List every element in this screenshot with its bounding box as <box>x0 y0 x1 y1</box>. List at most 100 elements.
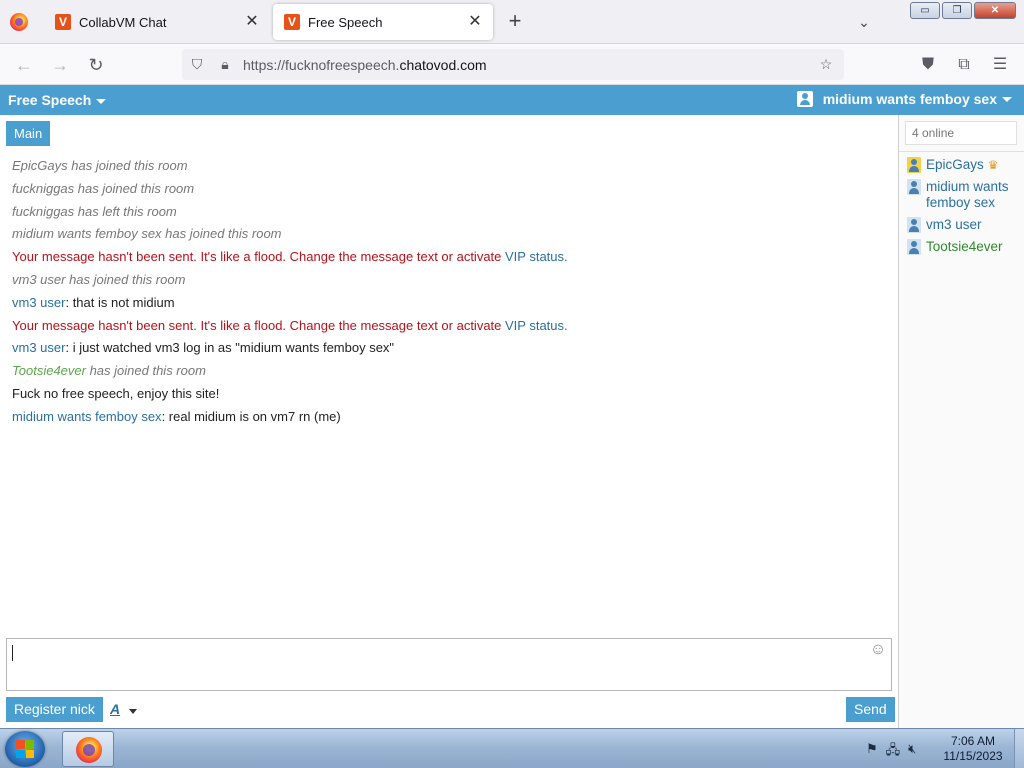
browser-tab-strip: V CollabVM Chat ✕ V Free Speech ✕ + ⌄ ▭ … <box>0 0 1024 44</box>
window-controls: ▭ ❐ ✕ <box>908 2 1016 19</box>
taskbar-firefox-button[interactable] <box>62 731 114 767</box>
minimize-button[interactable]: ▭ <box>910 2 940 19</box>
tracking-protection-shield-icon[interactable]: ⛉ <box>185 49 209 80</box>
chat-message: vm3 user has joined this room <box>12 269 892 292</box>
tab-title: CollabVM Chat <box>79 14 167 30</box>
firefox-icon <box>76 737 102 763</box>
url-prefix: https://fucknofreespeech. <box>243 57 400 73</box>
user-name: midium wants femboy sex <box>926 179 1009 210</box>
message-text: Your message hasn't been sent. It's like… <box>12 317 505 333</box>
user-list-item[interactable]: Tootsie4ever <box>907 239 1021 255</box>
room-title: Free Speech <box>8 92 92 108</box>
network-icon[interactable]: 🖧︎ <box>886 741 901 763</box>
back-arrow-icon[interactable]: ← <box>11 52 37 78</box>
volume-muted-icon[interactable]: 🔇︎ <box>908 741 916 763</box>
message-nick[interactable]: vm3 user <box>12 340 65 355</box>
chat-main: Main EpicGays has joined this room fuckni… <box>0 115 898 728</box>
user-list-item[interactable]: vm3 user <box>907 217 1021 233</box>
user-list-item[interactable]: EpicGays ♛ <box>907 157 1021 173</box>
forward-arrow-icon[interactable]: → <box>47 52 73 78</box>
close-tab-icon[interactable]: ✕ <box>240 10 264 34</box>
chat-message: midium wants femboy sex: real midium is … <box>12 406 892 429</box>
message-text: : real midium is on vm7 rn (me) <box>161 408 341 424</box>
message-text: Your message hasn't been sent. It's like… <box>12 249 505 265</box>
caret-down-icon <box>1002 96 1012 102</box>
url-host: chatovod.com <box>399 57 487 73</box>
chat-message: Fuck no free speech, enjoy this site! <box>12 383 892 406</box>
chat-message: vm3 user: that is not midium <box>12 292 892 315</box>
clock-date: 11/15/2023 <box>943 749 1003 763</box>
tab-main-room[interactable]: Main <box>6 121 51 146</box>
extensions-puzzle-icon[interactable]: ⧉ <box>951 52 977 78</box>
clock-time: 7:06 AM <box>950 734 996 748</box>
tab-free-speech[interactable]: V Free Speech ✕ <box>273 4 493 40</box>
system-tray: ⚑ 🖧︎ 🔇︎ <box>866 741 916 763</box>
windows-logo-icon <box>16 740 34 758</box>
url-bar[interactable]: ⛉ 🔒︎ https://fucknofreespeech.chatovod.c… <box>182 49 844 80</box>
text-cursor <box>12 645 13 661</box>
user-icon <box>907 217 921 233</box>
chat-header: Free Speech midium wants femboy sex <box>0 85 1024 115</box>
chat-message: midium wants femboy sex has joined this … <box>12 223 892 246</box>
user-name: Tootsie4ever <box>926 239 1003 254</box>
divider <box>899 151 1024 152</box>
tab-collabvm-chat[interactable]: V CollabVM Chat ✕ <box>44 4 270 40</box>
font-style-button[interactable]: A <box>110 701 120 717</box>
new-tab-plus-icon[interactable]: + <box>503 10 527 34</box>
message-text: fuckniggas has joined this room <box>12 180 195 196</box>
bookmark-star-icon[interactable]: ☆ <box>814 49 838 80</box>
user-list: EpicGays ♛ midium wants femboy sex vm3 user… <box>907 157 1021 261</box>
close-window-button[interactable]: ✕ <box>974 2 1016 19</box>
tab-title: Free Speech <box>308 14 383 30</box>
maximize-button[interactable]: ❐ <box>942 2 972 19</box>
message-text: EpicGays has joined this room <box>12 158 188 173</box>
firefox-menu-icon[interactable] <box>10 13 28 31</box>
lock-icon[interactable]: 🔒︎ <box>213 49 237 80</box>
smiley-icon[interactable]: ☺ <box>869 641 887 659</box>
message-text: has joined this room <box>85 363 206 379</box>
user-name: vm3 user <box>926 217 982 232</box>
windows-taskbar: ⚑ 🖧︎ 🔇︎ 7:06 AM 11/15/2023 <box>0 728 1024 768</box>
message-nick[interactable]: Tootsie4ever <box>12 363 86 378</box>
reload-icon[interactable]: ↻ <box>83 52 109 78</box>
current-user-name: midium wants femboy sex <box>822 91 997 107</box>
chatovod-favicon-icon: V <box>284 14 300 30</box>
message-text: vm3 user has joined this room <box>12 271 186 287</box>
message-list: EpicGays has joined this room fuckniggas … <box>12 155 892 429</box>
action-center-flag-icon[interactable]: ⚑ <box>866 741 878 763</box>
message-text: midium wants femboy sex has joined this … <box>12 226 282 242</box>
chat-message: Your message hasn't been sent. It's like… <box>12 246 892 269</box>
font-caret-down-icon[interactable] <box>129 709 137 714</box>
list-all-tabs-chevron-icon[interactable]: ⌄ <box>852 10 876 34</box>
vip-status-link[interactable]: VIP status. <box>505 249 568 264</box>
chat-message: vm3 user: i just watched vm3 log in as "… <box>12 337 892 360</box>
start-button[interactable] <box>5 731 45 767</box>
url-text[interactable]: https://fucknofreespeech.chatovod.com <box>243 57 487 73</box>
taskbar-clock[interactable]: 7:06 AM 11/15/2023 <box>940 734 1006 764</box>
message-text: fuckniggas has left this room <box>12 203 177 219</box>
user-list-item[interactable]: midium wants femboy sex <box>907 179 1021 211</box>
send-button[interactable]: Send <box>846 697 895 722</box>
message-nick[interactable]: vm3 user <box>12 295 65 310</box>
chat-message: Tootsie4ever has joined this room <box>12 360 892 383</box>
chat-message: fuckniggas has joined this room <box>12 178 892 201</box>
show-desktop-button[interactable] <box>1014 729 1024 768</box>
room-title-dropdown[interactable]: Free Speech <box>8 92 107 108</box>
user-icon <box>907 179 921 195</box>
online-count: 4 online <box>905 121 1017 145</box>
browser-nav-bar: ← → ↻ ⛉ 🔒︎ https://fucknofreespeech.chat… <box>0 44 1024 85</box>
message-input[interactable]: ☺ <box>6 638 892 691</box>
register-nick-button[interactable]: Register nick <box>6 697 103 722</box>
user-icon <box>907 157 921 173</box>
hamburger-menu-icon[interactable]: ☰ <box>987 52 1013 78</box>
vip-status-link[interactable]: VIP status. <box>505 318 568 333</box>
chatovod-favicon-icon: V <box>55 14 71 30</box>
user-icon <box>907 239 921 255</box>
message-nick[interactable]: midium wants femboy sex <box>12 409 162 424</box>
pocket-icon[interactable]: ⛊ <box>915 52 941 78</box>
user-menu-dropdown[interactable]: midium wants femboy sex <box>796 91 1012 107</box>
message-text: : i just watched vm3 log in as "midium w… <box>65 340 395 356</box>
caret-down-icon <box>96 98 107 104</box>
close-tab-icon[interactable]: ✕ <box>463 10 487 34</box>
user-name: EpicGays <box>926 157 984 172</box>
